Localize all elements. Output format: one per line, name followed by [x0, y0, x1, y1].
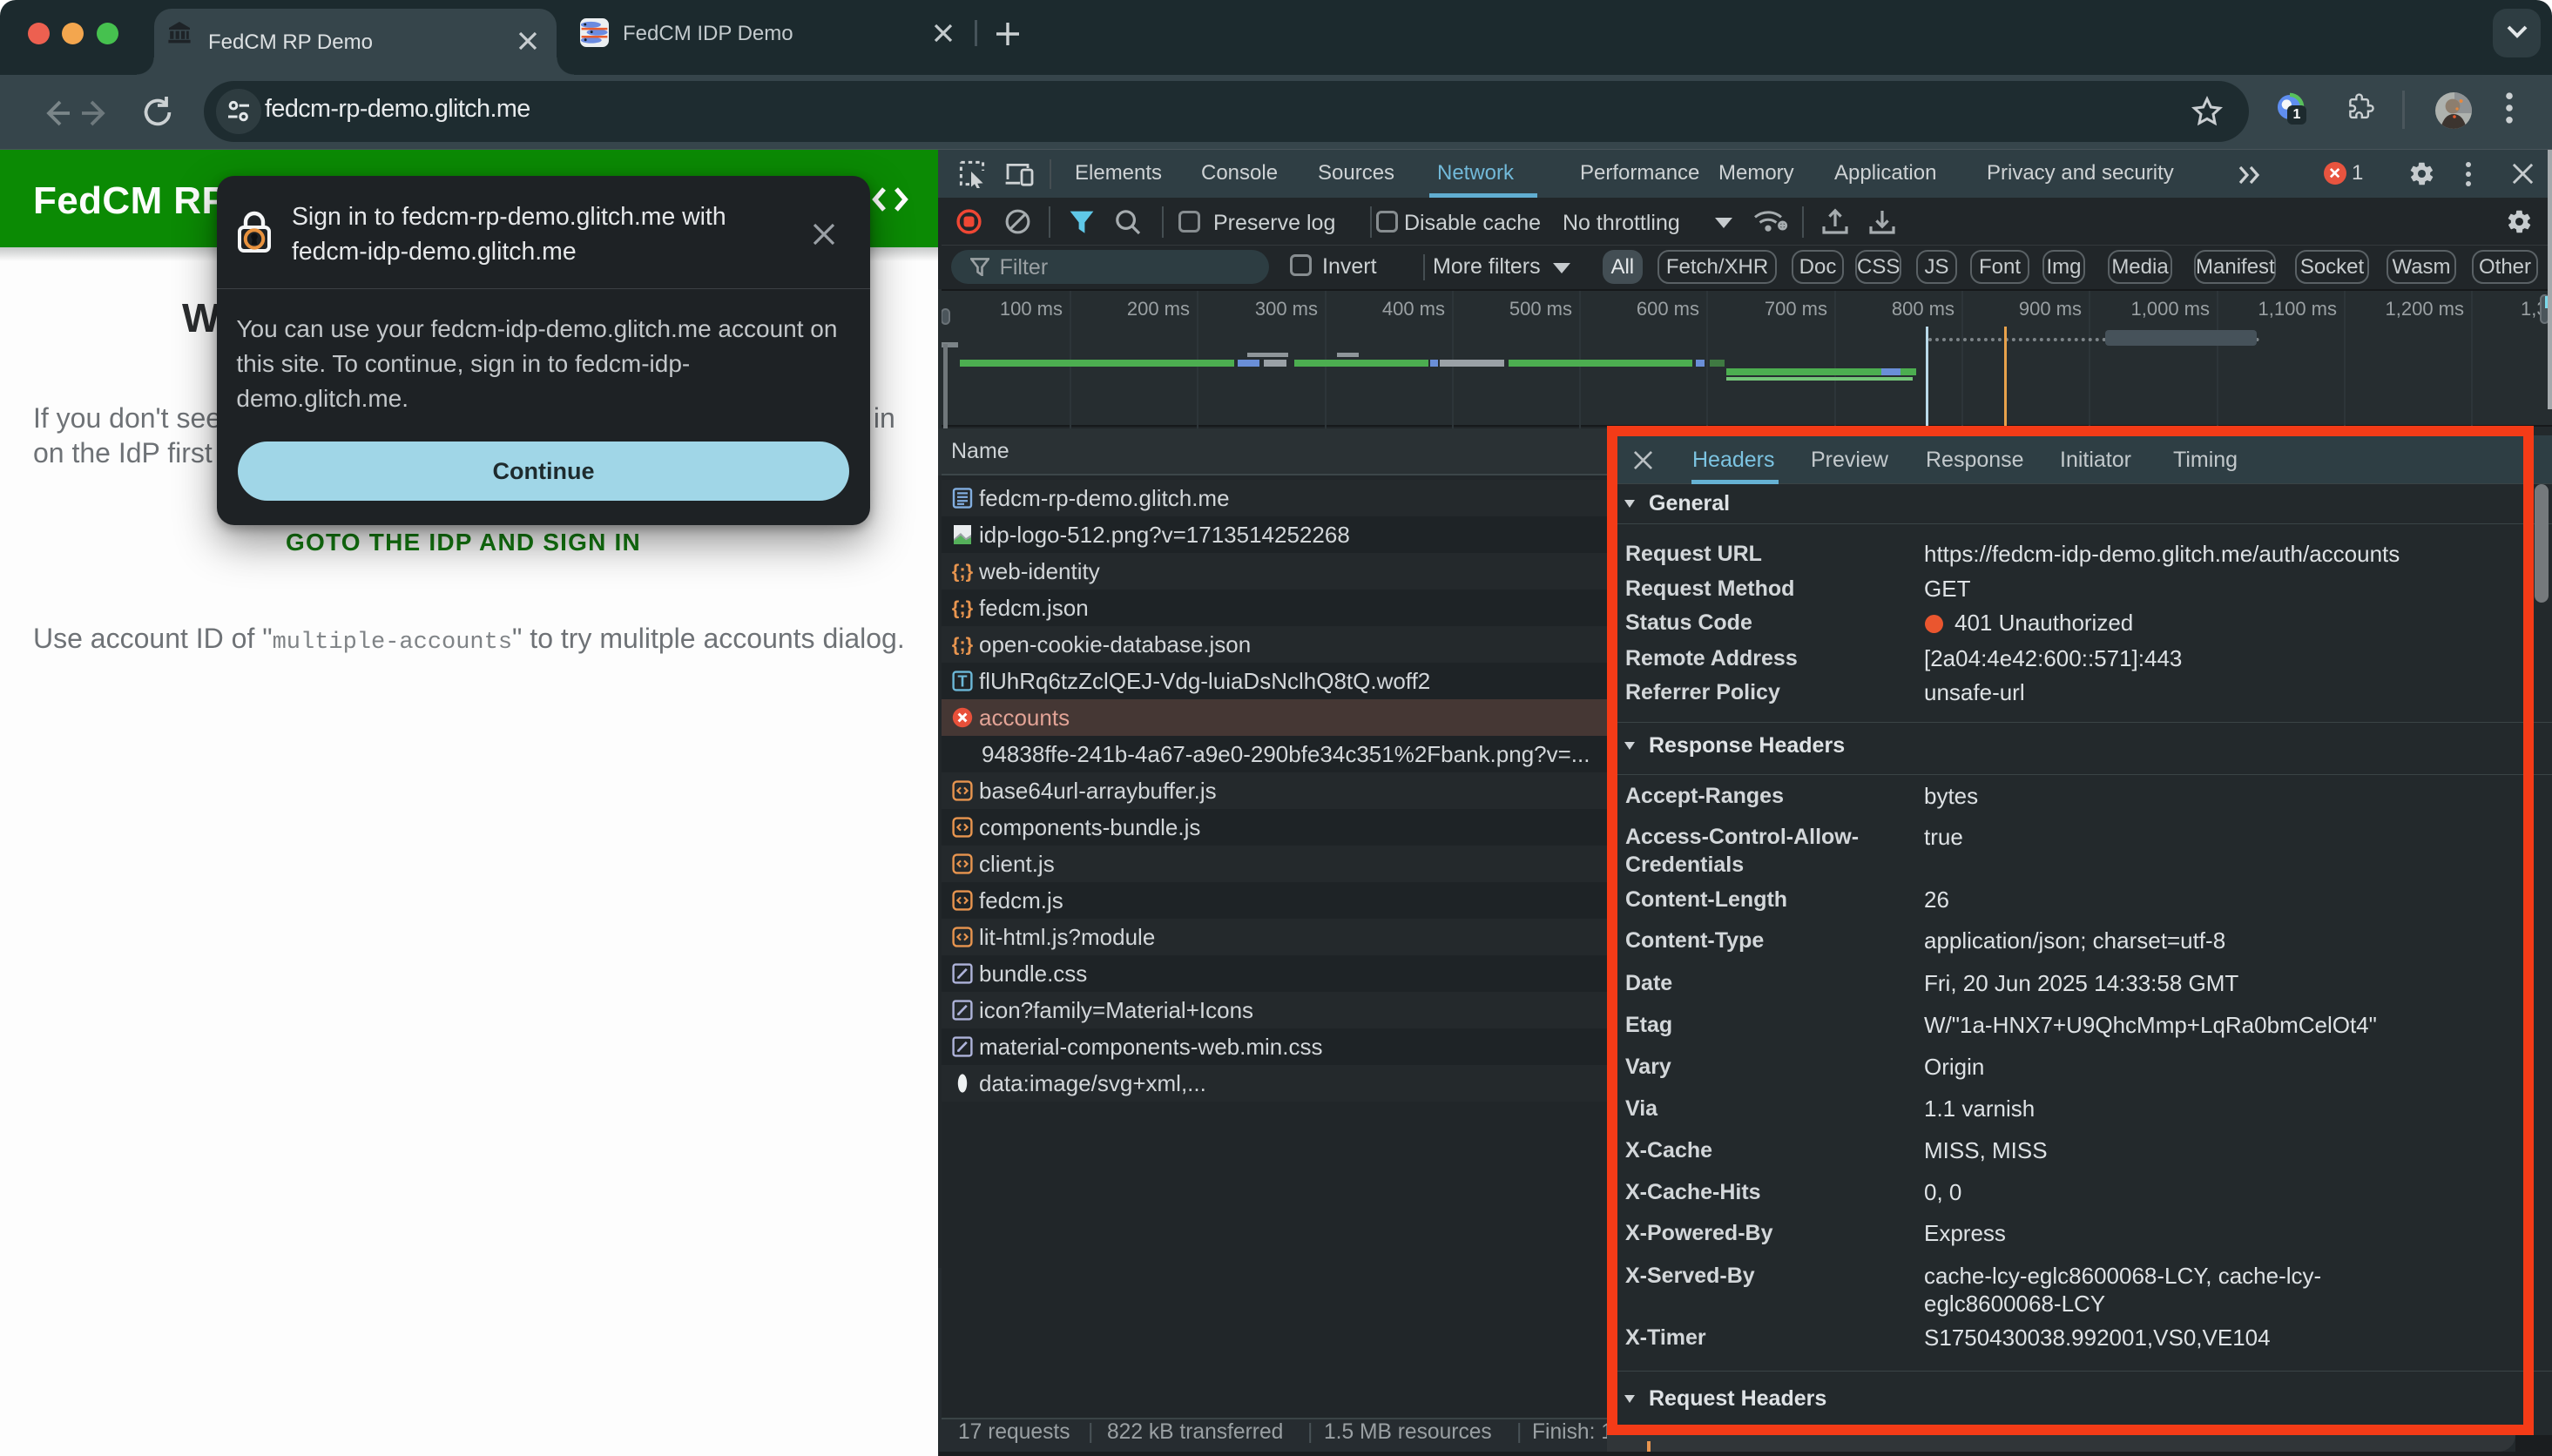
svg-text:{;}: {;} — [952, 634, 973, 655]
svg-text:{;}: {;} — [952, 597, 973, 618]
svg-text:{;}: {;} — [952, 561, 973, 582]
svg-text:T: T — [958, 673, 968, 691]
